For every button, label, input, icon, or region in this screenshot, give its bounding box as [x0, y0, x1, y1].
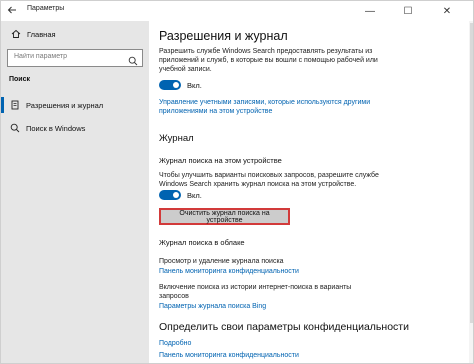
device-history-text-line2: Windows Search хранить журнал поиска на …	[159, 181, 357, 188]
intro-text-line2: приложений и служб, в которые вы вошли с…	[159, 57, 378, 64]
sidebar-item-label: Разрешения и журнал	[26, 100, 104, 110]
scrollbar-thumb[interactable]	[470, 23, 473, 323]
main-content: Разрешения и журнал Разрешить службе Win…	[149, 21, 473, 363]
active-indicator	[1, 97, 4, 113]
cloud-view-text: Просмотр и удаление журнала поиска	[159, 258, 284, 265]
cloud-history-heading: Журнал поиска в облаке	[159, 238, 245, 247]
privacy-heading: Определить свои параметры конфиденциальн…	[159, 321, 409, 333]
search-windows-icon	[10, 123, 20, 133]
search-icon[interactable]	[128, 53, 138, 66]
section-label: Поиск	[9, 76, 31, 83]
search-box[interactable]	[7, 49, 143, 67]
intro-text-line1: Разрешить службе Windows Search предоста…	[159, 48, 373, 55]
device-history-text-line1: Чтобы улучшить варианты поисковых запрос…	[159, 172, 379, 179]
manage-accounts-link-line1[interactable]: Управление учетными записями, которые ис…	[159, 98, 370, 107]
back-arrow-icon[interactable]	[5, 3, 19, 17]
home-icon	[11, 29, 21, 39]
sidebar-item-search-windows[interactable]: Поиск в Windows	[1, 117, 149, 139]
search-input[interactable]	[14, 53, 124, 60]
device-history-heading: Журнал поиска на этом устройстве	[159, 156, 282, 165]
scrollbar[interactable]	[469, 21, 473, 363]
sidebar: Главная Поиск Разрешения и журнал Поиск …	[1, 21, 149, 363]
toggle1-label: Вкл.	[187, 81, 202, 90]
toggle-knob	[173, 82, 179, 88]
home-label: Главная	[27, 29, 56, 39]
toggle-knob	[173, 192, 179, 198]
sidebar-item-label: Поиск в Windows	[26, 123, 86, 133]
sidebar-item-permissions[interactable]: Разрешения и журнал	[1, 94, 149, 116]
minimize-button[interactable]: —	[352, 1, 388, 21]
cloud-include-text-line2: запросов	[159, 293, 189, 300]
window-title: Параметры	[27, 5, 65, 12]
search-accounts-toggle[interactable]	[159, 80, 181, 90]
privacy-dashboard-link[interactable]: Панель мониторинга конфиденциальности	[159, 267, 299, 276]
toggle2-label: Вкл.	[187, 191, 202, 200]
permissions-icon	[10, 100, 20, 110]
more-info-link[interactable]: Подробно	[159, 339, 191, 348]
privacy-dashboard-link-bottom[interactable]: Панель мониторинга конфиденциальности	[159, 351, 299, 360]
title-bar: Параметры — ☐ ✕	[1, 1, 473, 21]
device-history-toggle[interactable]	[159, 190, 181, 200]
maximize-button[interactable]: ☐	[390, 1, 426, 21]
journal-heading: Журнал	[159, 133, 194, 144]
home-link[interactable]: Главная	[11, 29, 56, 39]
bing-history-settings-link[interactable]: Параметры журнала поиска Bing	[159, 302, 266, 311]
cloud-include-text-line1: Включение поиска из истории интернет-пои…	[159, 284, 352, 291]
manage-accounts-link-line2[interactable]: приложениями на этом устройстве	[159, 107, 272, 116]
settings-window: Параметры — ☐ ✕ Главная Поиск Разрешения…	[0, 0, 474, 364]
close-button[interactable]: ✕	[429, 1, 465, 21]
clear-history-button[interactable]: Очистить журнал поиска на устройстве	[159, 208, 290, 225]
page-title: Разрешения и журнал	[159, 29, 288, 43]
intro-text-line3: учебной записи.	[159, 66, 212, 73]
